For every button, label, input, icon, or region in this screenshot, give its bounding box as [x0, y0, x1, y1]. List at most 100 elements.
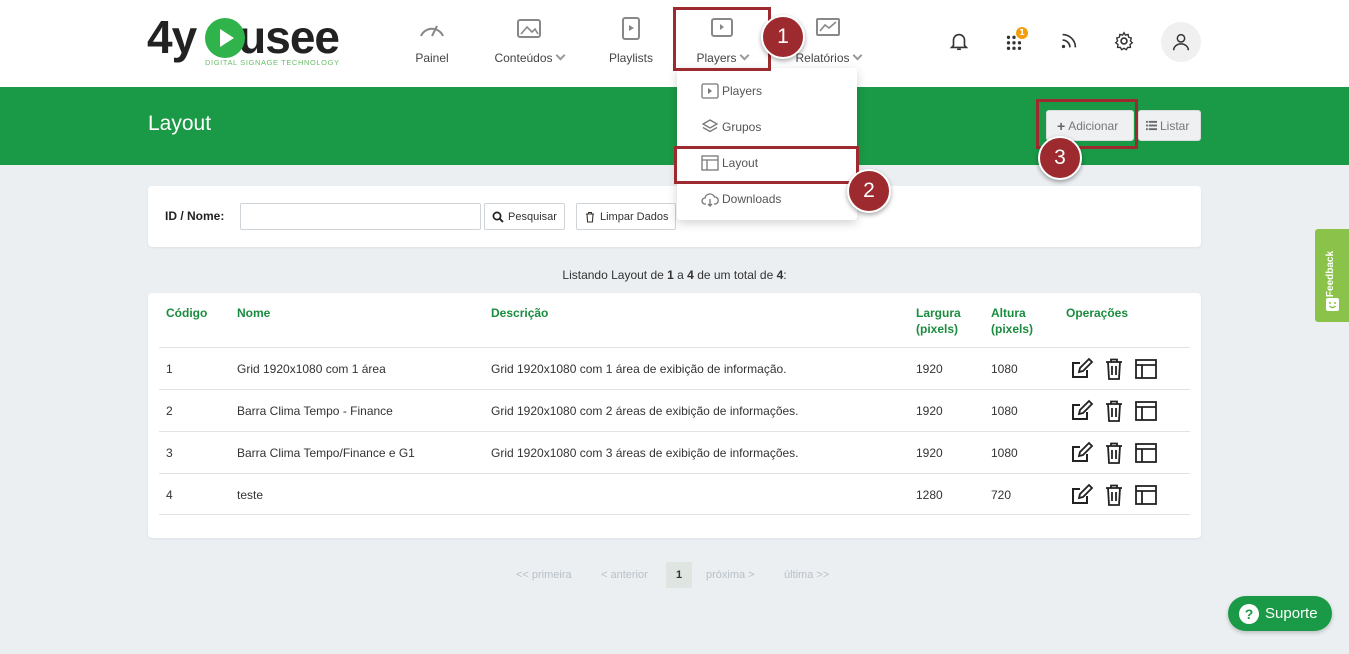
edit-icon	[1072, 357, 1094, 378]
layout-editor-button[interactable]	[1133, 483, 1159, 507]
layout-icon	[1135, 359, 1157, 379]
search-icon	[492, 211, 504, 223]
notifications-button[interactable]	[941, 23, 977, 59]
search-panel: ID / Nome: Pesquisar Limpar Dados	[148, 186, 1201, 247]
col-header-largura: Largura (pixels)	[916, 305, 961, 337]
layout-icon	[1135, 401, 1157, 421]
pagination-first[interactable]: << primeira	[516, 562, 572, 588]
apps-badge: 1	[1016, 27, 1028, 39]
delete-button[interactable]	[1101, 399, 1127, 423]
cell-nome: teste	[237, 488, 264, 502]
menu-item-grupos[interactable]: Grupos	[677, 109, 857, 145]
chart-board-icon	[816, 18, 840, 36]
search-button-label: Pesquisar	[508, 210, 557, 223]
col-header-descricao: Descrição	[491, 306, 549, 320]
logo-play-icon	[205, 18, 245, 58]
cell-codigo: 2	[166, 404, 173, 418]
row-operations	[1069, 357, 1159, 381]
trash-icon	[586, 211, 594, 223]
search-button[interactable]: Pesquisar	[484, 203, 565, 230]
cell-largura: 1280	[916, 488, 943, 502]
cell-nome: Barra Clima Tempo - Finance	[237, 404, 393, 418]
pagination-current-page[interactable]: 1	[666, 562, 692, 588]
edit-button[interactable]	[1069, 399, 1095, 423]
cell-descricao: Grid 1920x1080 com 1 área de exibição de…	[491, 362, 787, 376]
cell-largura: 1920	[916, 446, 943, 460]
list-button[interactable]: Listar	[1138, 110, 1201, 141]
row-operations	[1069, 399, 1159, 423]
delete-button[interactable]	[1101, 357, 1127, 381]
delete-button[interactable]	[1101, 441, 1127, 465]
logo[interactable]: 4y usee DIGITAL SIGNAGE TECHNOLOGY	[147, 14, 347, 70]
nav-playlists[interactable]: Playlists	[606, 14, 656, 74]
summary-mid2: de um total de	[693, 268, 777, 282]
col-header-altura-line1: Altura	[991, 306, 1026, 320]
menu-item-downloads-label: Downloads	[722, 192, 782, 206]
user-avatar-button[interactable]	[1161, 22, 1201, 62]
nav-playlists-label: Playlists	[608, 51, 653, 65]
help-icon: ?	[1239, 603, 1259, 624]
menu-item-grupos-label: Grupos	[722, 120, 762, 134]
cell-largura: 1920	[916, 362, 943, 376]
cell-descricao: Grid 1920x1080 com 2 áreas de exibição d…	[491, 404, 799, 418]
cell-altura: 1080	[991, 362, 1018, 376]
settings-button[interactable]	[1106, 23, 1142, 59]
nav-conteudos[interactable]: Conteúdos	[488, 14, 570, 74]
table-row: 1 Grid 1920x1080 com 1 área Grid 1920x10…	[159, 347, 1190, 389]
layout-icon	[1135, 443, 1157, 463]
trash-icon	[1106, 400, 1122, 422]
edit-icon	[1072, 483, 1094, 504]
edit-button[interactable]	[1069, 357, 1095, 381]
listing-summary: Listando Layout de 1 a 4 de um total de …	[0, 268, 1349, 282]
cloud-download-icon	[701, 193, 719, 207]
cell-nome: Barra Clima Tempo/Finance e G1	[237, 446, 415, 460]
col-header-codigo: Código	[166, 306, 208, 320]
nav-relatorios-text: Relatórios	[790, 50, 866, 65]
trash-icon	[1106, 442, 1122, 464]
gauge-icon	[420, 25, 444, 37]
edit-button[interactable]	[1069, 441, 1095, 465]
step-marker-3: 3	[1038, 136, 1082, 180]
user-icon	[1172, 33, 1190, 51]
col-header-operacoes: Operações	[1066, 306, 1129, 320]
bell-icon	[949, 33, 969, 51]
apps-button[interactable]: 1	[996, 23, 1032, 59]
feed-button[interactable]	[1051, 23, 1087, 59]
cell-largura: 1920	[916, 404, 943, 418]
col-header-nome: Nome	[237, 306, 271, 320]
feedback-label: Feedback	[1325, 250, 1336, 298]
nav-conteudos-label: Conteúdos	[494, 51, 553, 65]
cell-descricao: Grid 1920x1080 com 3 áreas de exibição d…	[491, 446, 799, 460]
layout-editor-button[interactable]	[1133, 357, 1159, 381]
player-screen-icon	[701, 83, 719, 99]
layout-editor-button[interactable]	[1133, 399, 1159, 423]
playlist-icon	[622, 17, 640, 40]
nav-painel[interactable]: Painel	[412, 14, 452, 74]
search-input[interactable]	[240, 203, 481, 230]
col-header-altura-line2: (pixels)	[991, 322, 1034, 336]
highlight-layout-item	[674, 146, 859, 184]
chevron-down-icon	[555, 50, 565, 61]
menu-item-downloads[interactable]: Downloads	[677, 181, 857, 217]
pagination-next[interactable]: próxima >	[706, 562, 755, 588]
layout-editor-button[interactable]	[1133, 441, 1159, 465]
support-label: Suporte	[1265, 605, 1318, 622]
col-header-largura-line1: Largura	[916, 306, 961, 320]
col-header-largura-line2: (pixels)	[916, 322, 959, 336]
support-button[interactable]: ? Suporte	[1228, 596, 1332, 631]
feedback-tab[interactable]: Feedback	[1315, 229, 1349, 322]
delete-button[interactable]	[1101, 483, 1127, 507]
edit-button[interactable]	[1069, 483, 1095, 507]
summary-to: 4	[687, 268, 694, 282]
pagination-last[interactable]: última >>	[784, 562, 829, 588]
clear-button[interactable]: Limpar Dados	[576, 203, 677, 230]
cell-altura: 1080	[991, 404, 1018, 418]
menu-item-players[interactable]: Players	[677, 73, 857, 109]
step-marker-1: 1	[761, 15, 805, 59]
summary-from: 1	[667, 268, 674, 282]
trash-icon	[1106, 484, 1122, 506]
col-header-altura: Altura (pixels)	[991, 305, 1033, 337]
pagination-prev[interactable]: < anterior	[601, 562, 648, 588]
cell-nome: Grid 1920x1080 com 1 área	[237, 362, 386, 376]
highlight-players-nav	[673, 7, 771, 71]
